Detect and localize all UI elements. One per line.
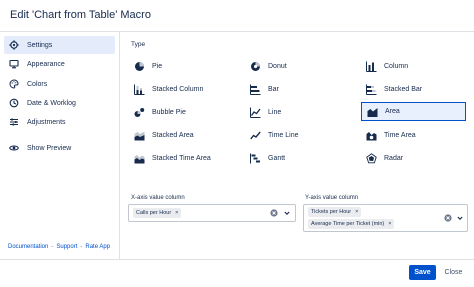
sidebar-item-label: Colors [27,80,48,88]
palette-icon [9,79,19,89]
sidebar-item-adjustments[interactable]: Adjustments [4,113,115,131]
y-axis-tag: Average Time per Ticket (min) × [308,219,395,229]
macro-dialog: Edit 'Chart from Table' Macro Settings A… [0,0,474,287]
chart-type-gantt[interactable]: Gantt [245,150,350,166]
sidebar-item-show-preview[interactable]: Show Preview [4,139,115,157]
bubble-pie-icon [134,107,145,118]
sidebar-item-settings[interactable]: Settings [4,36,115,54]
y-axis-tag: Tickets per Hour × [308,207,362,217]
time-line-icon [250,130,261,141]
gantt-icon [250,153,261,164]
documentation-link[interactable]: Documentation [8,244,48,250]
chart-type-label: Stacked Column [152,85,204,93]
dialog-title: Edit 'Chart from Table' Macro [10,9,151,21]
chart-type-radar[interactable]: Radar [361,150,466,166]
chart-type-label: Radar [384,154,404,162]
chart-type-label: Bar [268,85,279,93]
sidebar-item-date-worklog[interactable]: Date & Worklog [4,94,115,112]
pie-icon [134,61,145,72]
type-label: Type [131,41,146,48]
time-area-icon [366,130,377,141]
link-separator: - [80,244,83,250]
chevron-down-icon[interactable] [456,214,464,222]
stacked-area-icon [134,130,145,141]
sidebar-footer-links: Documentation - Support - Rate App [8,244,110,250]
tag-label: Calls per Hour [136,210,172,216]
gear-icon [9,40,19,50]
close-button[interactable]: Close [441,265,466,280]
chart-type-label: Stacked Area [152,131,194,139]
link-separator: - [51,244,54,250]
chart-type-time-area[interactable]: Time Area [361,127,466,143]
sidebar-item-label: Date & Worklog [27,99,76,107]
clock-icon [9,98,19,108]
chart-type-line[interactable]: Line [245,104,350,120]
radar-icon [366,152,377,164]
save-button[interactable]: Save [409,265,436,280]
y-axis-label: Y-axis value column [305,195,359,201]
footer-divider [0,259,474,260]
tag-label: Average Time per Ticket (min) [311,221,385,227]
sidebar-item-colors[interactable]: Colors [4,75,115,93]
x-axis-label: X-axis value column [131,195,185,201]
chart-type-label: Stacked Time Area [152,154,211,162]
eye-icon [9,143,19,153]
x-axis-tag: Calls per Hour × [133,208,182,218]
chart-type-stacked-column[interactable]: Stacked Column [129,81,234,97]
line-chart-icon [250,107,261,118]
chevron-down-icon[interactable] [283,209,291,217]
area-chart-icon [367,106,378,117]
chart-type-label: Area [385,108,400,115]
rate-app-link[interactable]: Rate App [85,244,110,250]
chart-type-column[interactable]: Column [361,58,466,74]
chart-type-pie[interactable]: Pie [129,58,234,74]
tag-remove-icon[interactable]: × [388,221,391,227]
chart-type-area[interactable]: Area [361,102,466,121]
sidebar-item-label: Settings [27,41,53,49]
chart-type-label: Time Area [384,131,416,139]
support-link[interactable]: Support [56,244,77,250]
sidebar-item-appearance[interactable]: Appearance [4,55,115,73]
stacked-bar-icon [366,84,377,95]
chart-type-donut[interactable]: Donut [245,58,350,74]
chart-type-label: Stacked Bar [384,85,423,93]
tag-remove-icon[interactable]: × [175,210,178,216]
sidebar-item-label: Adjustments [27,118,66,126]
stacked-column-icon [134,84,145,95]
chart-type-label: Gantt [268,154,286,162]
sidebar-item-label: Appearance [27,60,65,68]
column-chart-icon [366,61,377,72]
tag-label: Tickets per Hour [311,209,352,215]
chart-type-bar[interactable]: Bar [245,81,350,97]
chart-type-stacked-bar[interactable]: Stacked Bar [361,81,466,97]
chart-type-label: Line [268,108,282,116]
stacked-time-area-icon [134,153,145,164]
chart-type-stacked-area[interactable]: Stacked Area [129,127,234,143]
bar-chart-icon [250,84,261,95]
chart-type-label: Column [384,62,409,70]
y-axis-select[interactable]: Tickets per Hour × Average Time per Ticke… [303,204,468,232]
x-axis-select[interactable]: Calls per Hour × [128,204,296,222]
chart-type-label: Time Line [268,131,299,139]
chart-type-label: Pie [152,62,163,70]
chart-type-label: Bubble Pie [152,108,186,116]
donut-icon [250,61,261,72]
tag-remove-icon[interactable]: × [355,209,358,215]
settings-panel: Type Pie Donut Column Stacked Column Bar… [121,32,474,259]
clear-icon[interactable] [270,209,278,217]
chart-type-stacked-time-area[interactable]: Stacked Time Area [129,150,234,166]
sidebar-item-label: Show Preview [27,144,72,152]
sidebar: Settings Appearance Colors Date & Worklo… [0,32,120,259]
monitor-icon [9,59,19,69]
sliders-icon [9,117,19,127]
chart-type-label: Donut [268,62,287,70]
clear-icon[interactable] [444,214,452,222]
chart-type-time-line[interactable]: Time Line [245,127,350,143]
chart-type-bubble-pie[interactable]: Bubble Pie [129,104,234,120]
